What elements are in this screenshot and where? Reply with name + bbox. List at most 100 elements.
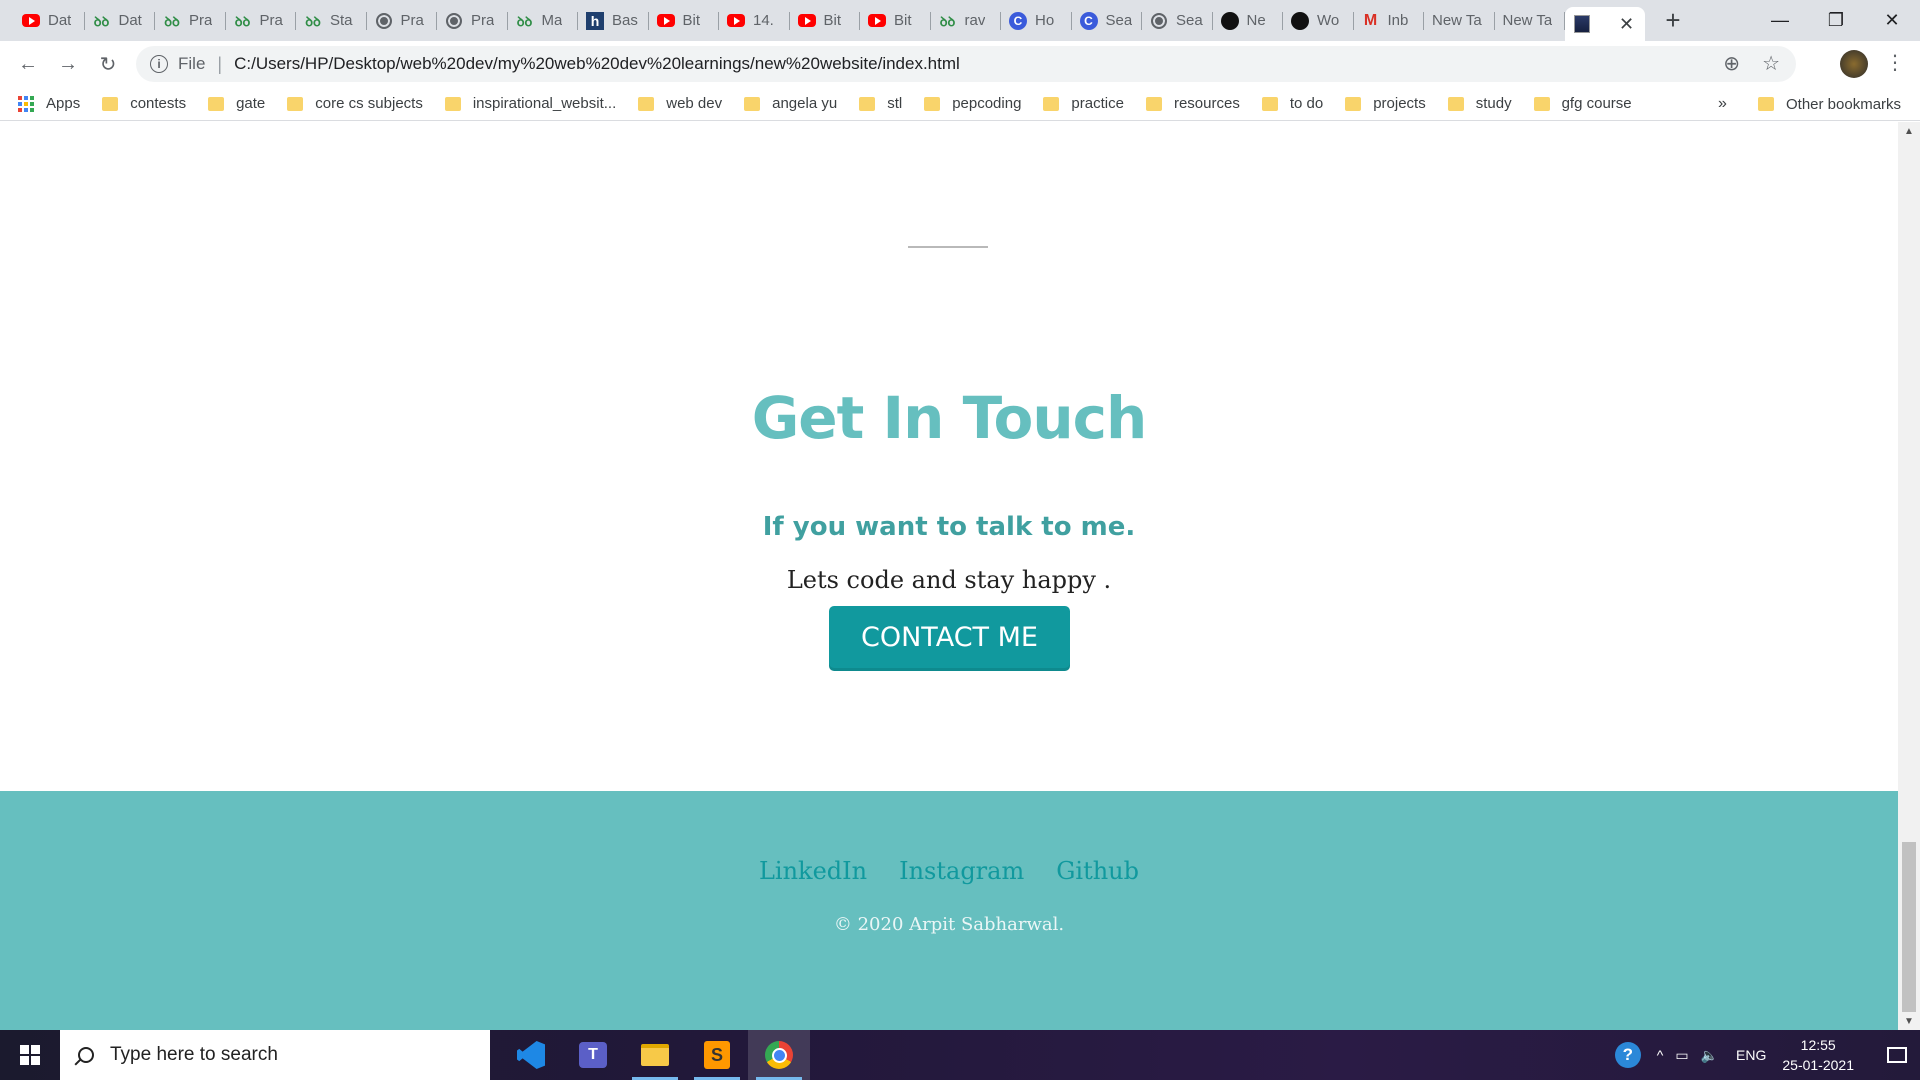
- scroll-down-arrow[interactable]: ▼: [1898, 1012, 1920, 1030]
- bookmark-label: inspirational_websit...: [472, 95, 617, 112]
- bookmark-apps[interactable]: Apps: [18, 95, 80, 112]
- bookmark-label: gate: [236, 95, 266, 112]
- browser-tab[interactable]: M Inb: [1354, 0, 1425, 41]
- browser-tab[interactable]: ꝺꝺ rav: [931, 0, 1002, 41]
- browser-tab[interactable]: ꝺꝺ Pra: [226, 0, 297, 41]
- browser-tab[interactable]: New Ta: [1424, 0, 1495, 41]
- browser-tab[interactable]: Bit: [860, 0, 931, 41]
- browser-tab[interactable]: 14.: [719, 0, 790, 41]
- url-text[interactable]: C:/Users/HP/Desktop/web%20dev/my%20web%2…: [234, 54, 960, 74]
- tab-title: Ho: [1035, 12, 1055, 29]
- browser-tab[interactable]: C Sea: [1072, 0, 1143, 41]
- notification-center-icon[interactable]: [1874, 1030, 1920, 1080]
- folder-icon: [1345, 96, 1362, 111]
- footer-link-github[interactable]: Github: [1056, 857, 1139, 885]
- browser-tab[interactable]: ꝺꝺ Ma: [508, 0, 579, 41]
- back-button[interactable]: ←: [14, 50, 42, 78]
- bookmark-folder[interactable]: resources: [1145, 95, 1240, 112]
- language-indicator[interactable]: ENG: [1736, 1047, 1766, 1063]
- browser-tab[interactable]: Pra: [367, 0, 438, 41]
- browser-menu-icon[interactable]: ⋮: [1885, 50, 1905, 75]
- window-controls: — ❐ ✕: [1752, 0, 1920, 41]
- close-tab-icon[interactable]: ✕: [1619, 14, 1634, 35]
- browser-tab[interactable]: Sea: [1142, 0, 1213, 41]
- folder-icon: [208, 96, 225, 111]
- browser-tab[interactable]: ꝺꝺ Sta: [296, 0, 367, 41]
- volume-icon[interactable]: 🔈: [1701, 1047, 1718, 1064]
- scroll-up-arrow[interactable]: ▲: [1898, 122, 1920, 140]
- browser-tab[interactable]: Bit: [649, 0, 720, 41]
- taskbar-search[interactable]: Type here to search: [60, 1030, 490, 1080]
- taskbar-app[interactable]: T: [562, 1030, 624, 1080]
- bookmark-folder[interactable]: gfg course: [1533, 95, 1632, 112]
- taskbar-app[interactable]: S: [686, 1030, 748, 1080]
- apps-grid-icon: [18, 95, 34, 112]
- browser-tab-active[interactable]: ✕: [1565, 7, 1645, 41]
- page-scrollbar[interactable]: ▲ ▼: [1898, 122, 1920, 1030]
- close-window-button[interactable]: ✕: [1864, 0, 1920, 41]
- minimize-button[interactable]: —: [1752, 0, 1808, 41]
- zoom-icon[interactable]: ⊕: [1723, 51, 1740, 76]
- bookmark-star-icon[interactable]: ☆: [1762, 51, 1780, 76]
- youtube-icon: [22, 12, 40, 30]
- bookmarks-overflow-button[interactable]: »: [1718, 95, 1727, 113]
- scroll-thumb[interactable]: [1902, 842, 1916, 1012]
- taskbar-app[interactable]: [500, 1030, 562, 1080]
- bookmark-label: study: [1475, 95, 1512, 112]
- bookmark-folder[interactable]: core cs subjects: [287, 95, 423, 112]
- browser-tab[interactable]: Pra: [437, 0, 508, 41]
- youtube-icon: [868, 12, 886, 30]
- copyright-text: © 2020 Arpit Sabharwal.: [833, 914, 1065, 935]
- bookmark-other[interactable]: Other bookmarks: [1758, 87, 1901, 121]
- browser-tab[interactable]: Dat: [14, 0, 85, 41]
- bookmark-folder[interactable]: pepcoding: [924, 95, 1021, 112]
- bookmark-folder[interactable]: stl: [859, 95, 902, 112]
- reload-button[interactable]: ↻: [94, 50, 122, 78]
- help-icon[interactable]: ?: [1614, 1042, 1641, 1068]
- tab-title: New Ta: [1502, 12, 1553, 29]
- taskbar-app[interactable]: [748, 1030, 810, 1080]
- footer-link-linkedin[interactable]: LinkedIn: [759, 857, 867, 885]
- restore-button[interactable]: ❐: [1808, 0, 1864, 41]
- browser-tab[interactable]: New Ta: [1495, 0, 1566, 41]
- bookmark-folder[interactable]: to do: [1261, 95, 1323, 112]
- bookmark-label: angela yu: [772, 95, 838, 112]
- site-info-icon[interactable]: i: [150, 55, 168, 73]
- bookmark-label: contests: [130, 95, 187, 112]
- start-button[interactable]: [0, 1030, 60, 1080]
- forward-button[interactable]: →: [54, 50, 82, 78]
- gfg-icon: ꝺꝺ: [305, 13, 321, 29]
- browser-tab[interactable]: Wo: [1283, 0, 1354, 41]
- show-hidden-icons-chevron-icon[interactable]: ^: [1657, 1047, 1664, 1063]
- codechef-icon: C: [1079, 11, 1098, 30]
- bookmark-folder[interactable]: angela yu: [744, 95, 837, 112]
- browser-toolbar: ← → ↻ i File | C:/Users/HP/Desktop/web%2…: [0, 41, 1920, 87]
- bookmark-folder[interactable]: practice: [1043, 95, 1124, 112]
- contact-me-button[interactable]: CONTACT ME: [829, 606, 1070, 668]
- tab-title: Dat: [48, 12, 72, 29]
- footer-link-instagram[interactable]: Instagram: [899, 857, 1024, 885]
- bookmark-folder[interactable]: projects: [1345, 95, 1426, 112]
- browser-tab[interactable]: Bit: [790, 0, 861, 41]
- taskbar-app[interactable]: [624, 1030, 686, 1080]
- bookmark-folder[interactable]: inspirational_websit...: [444, 95, 617, 112]
- browser-tab[interactable]: ꝺꝺ Dat: [85, 0, 156, 41]
- address-bar[interactable]: i File | C:/Users/HP/Desktop/web%20dev/m…: [136, 46, 1796, 82]
- bookmark-folder[interactable]: study: [1447, 95, 1512, 112]
- bookmark-folder[interactable]: contests: [102, 95, 186, 112]
- bookmark-folder[interactable]: web dev: [638, 95, 722, 112]
- new-tab-button[interactable]: +: [1653, 0, 1693, 41]
- bookmark-folder[interactable]: gate: [208, 95, 265, 112]
- battery-icon[interactable]: ▭: [1675, 1047, 1688, 1064]
- bookmark-folders: contests gate core cs subjects inspirationa…: [102, 95, 1653, 112]
- browser-tab[interactable]: C Ho: [1001, 0, 1072, 41]
- gfg-icon: ꝺꝺ: [93, 13, 110, 29]
- codechef-icon: C: [1009, 11, 1027, 30]
- browser-tab[interactable]: Ne: [1213, 0, 1284, 41]
- clock[interactable]: 12:55 25-01-2021: [1782, 1035, 1854, 1075]
- tab-title: Bit: [682, 12, 701, 29]
- browser-tab[interactable]: ꝺꝺ Pra: [155, 0, 226, 41]
- github-icon: [1220, 11, 1239, 30]
- profile-avatar[interactable]: [1840, 50, 1868, 78]
- browser-tab[interactable]: h Bas: [578, 0, 649, 41]
